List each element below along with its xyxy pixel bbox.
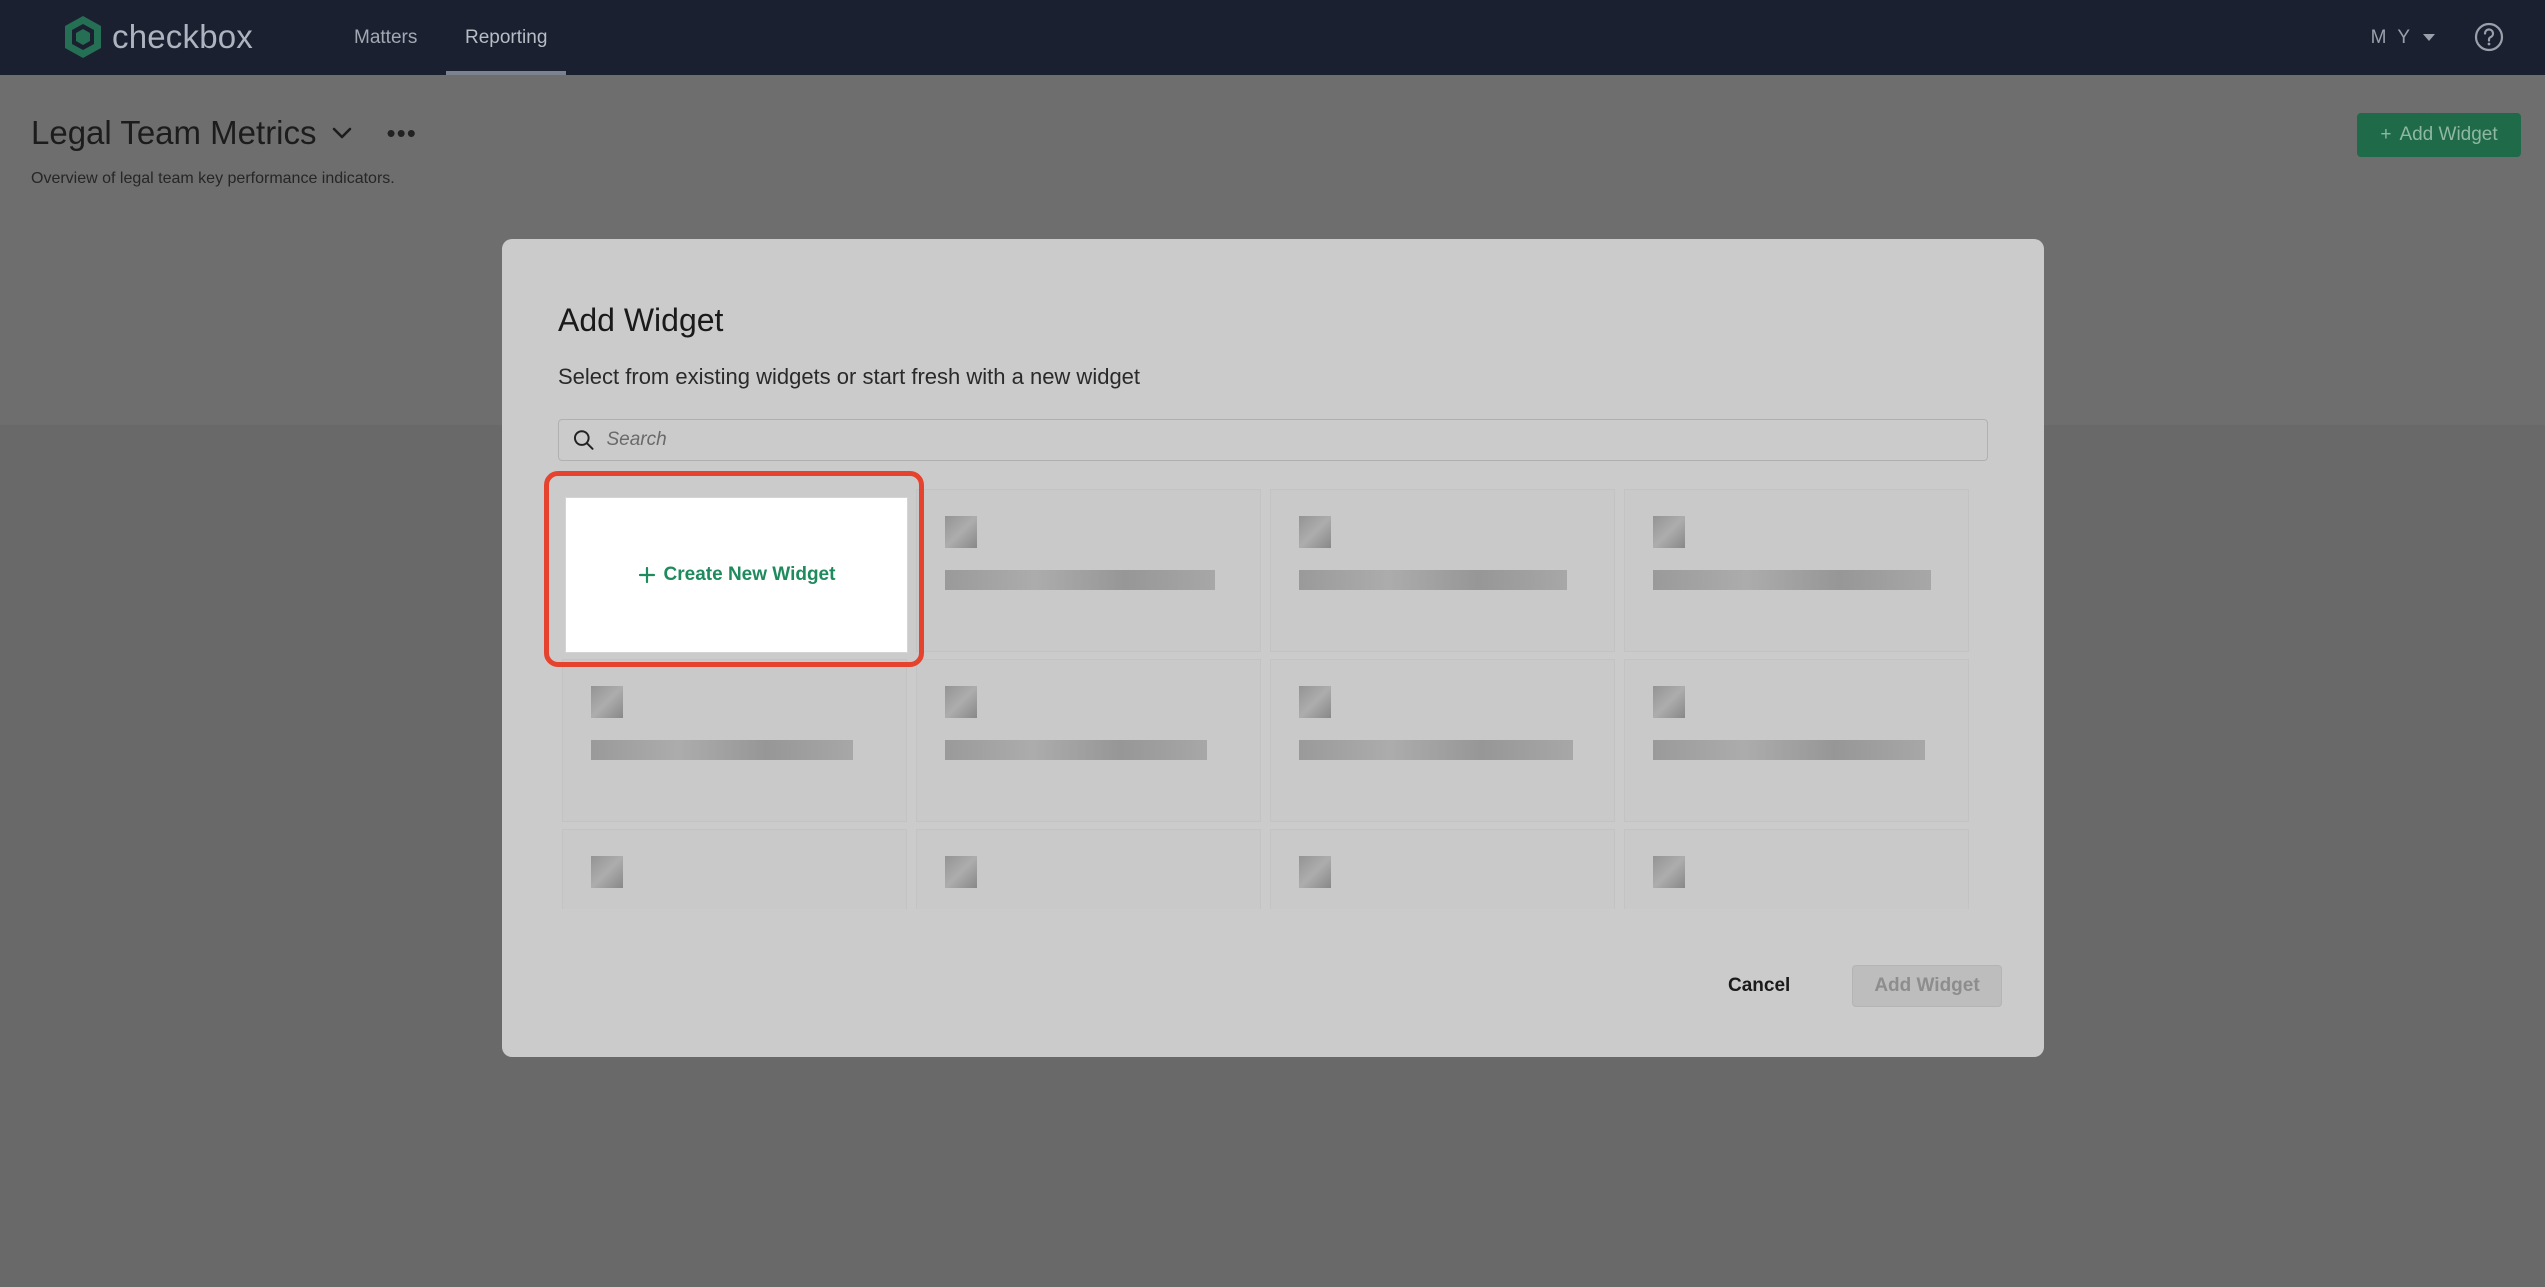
widget-label <box>945 570 1215 590</box>
nav-item-reporting[interactable]: Reporting <box>446 0 567 75</box>
widget-card[interactable] <box>916 829 1261 909</box>
widget-label <box>945 740 1207 760</box>
widget-card[interactable] <box>1624 489 1969 652</box>
add-widget-submit-button[interactable]: Add Widget <box>1852 965 2002 1007</box>
widget-card[interactable] <box>1624 829 1969 909</box>
search-icon <box>573 430 594 450</box>
widget-icon <box>591 856 623 888</box>
page-title: Legal Team Metrics <box>31 114 317 151</box>
page-subtitle: Overview of legal team key performance i… <box>31 170 395 187</box>
top-nav: checkbox Matters Reporting M Y <box>0 0 2545 75</box>
add-widget-button[interactable]: + Add Widget <box>2357 113 2521 157</box>
search-field[interactable] <box>558 419 1988 461</box>
widget-icon <box>1299 516 1331 548</box>
widget-icon <box>1653 856 1685 888</box>
user-menu[interactable]: M Y <box>2371 0 2435 75</box>
widget-icon <box>1653 516 1685 548</box>
widget-card[interactable] <box>916 659 1261 822</box>
widget-card[interactable] <box>1270 489 1615 652</box>
widget-icon <box>591 686 623 718</box>
page-title-row: Legal Team Metrics ••• <box>31 114 417 152</box>
help-icon[interactable] <box>2473 21 2505 53</box>
chevron-down-icon <box>2423 34 2435 41</box>
widget-card[interactable] <box>562 829 907 909</box>
search-input[interactable] <box>606 429 1987 451</box>
modal-title: Add Widget <box>558 302 724 338</box>
create-new-widget-label: Create New Widget <box>663 564 836 585</box>
modal-subtitle: Select from existing widgets or start fr… <box>558 364 1141 389</box>
widget-icon <box>945 516 977 548</box>
widget-icon <box>1653 686 1685 718</box>
widget-card[interactable] <box>1624 659 1969 822</box>
widget-icon <box>945 856 977 888</box>
plus-icon: + <box>2380 124 2392 145</box>
widget-label <box>591 740 853 760</box>
widget-icon <box>1299 856 1331 888</box>
widget-card[interactable] <box>562 659 907 822</box>
nav-item-matters[interactable]: Matters <box>335 0 436 75</box>
widget-icon <box>1299 686 1331 718</box>
checkbox-logo-icon <box>65 16 101 58</box>
widget-card[interactable] <box>1270 659 1615 822</box>
more-options-icon[interactable]: ••• <box>387 120 417 146</box>
widget-card[interactable] <box>1270 829 1615 909</box>
widget-label <box>1299 570 1567 590</box>
user-initials: M Y <box>2370 26 2413 48</box>
brand-name: checkbox <box>112 18 254 55</box>
add-widget-label: Add Widget <box>2399 124 2498 145</box>
widget-icon <box>945 686 977 718</box>
widget-label <box>1653 740 1925 760</box>
widget-card[interactable] <box>916 489 1261 652</box>
cancel-button[interactable]: Cancel <box>1728 975 1790 997</box>
plus-icon <box>638 566 655 584</box>
widget-label <box>1653 570 1931 590</box>
chevron-down-icon[interactable] <box>331 126 353 140</box>
create-new-widget-card[interactable]: Create New Widget <box>565 497 908 653</box>
widget-label <box>1299 740 1573 760</box>
logo[interactable]: checkbox <box>62 12 253 62</box>
